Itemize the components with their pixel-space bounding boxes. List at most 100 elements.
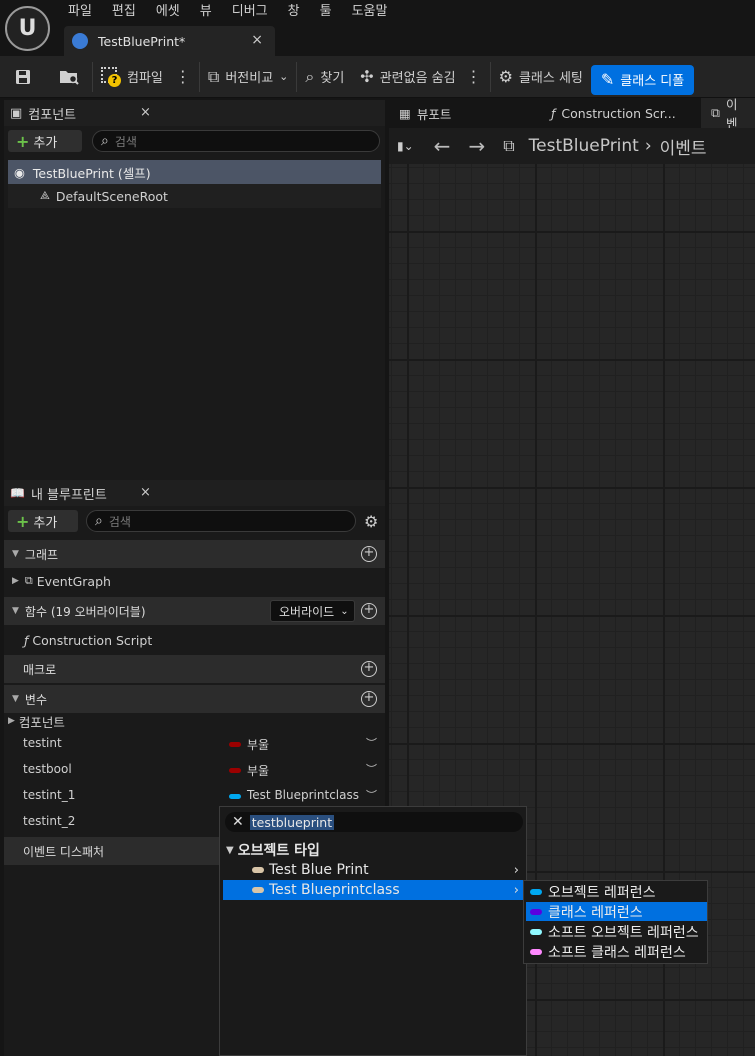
components-category-label: 컴포넌트 (18, 714, 65, 730)
menu-file[interactable]: 파일 (58, 0, 102, 24)
compile-options-icon[interactable]: ⋮ (175, 67, 191, 86)
components-category[interactable]: ▶ 컴포넌트 (4, 710, 385, 732)
type-item-test-blueprintclass[interactable]: Test Blueprintclass › (223, 880, 525, 900)
class-settings-button[interactable]: ⚙ 클래스 세팅 (491, 56, 591, 98)
soft-object-reference-pin-icon (530, 928, 542, 935)
object-pin-icon (252, 867, 264, 873)
add-component-label: 추가 (33, 135, 58, 151)
soft-class-reference-option[interactable]: 소프트 클래스 레퍼런스 (526, 942, 707, 961)
menu-debug[interactable]: 디버그 (222, 0, 278, 24)
menu-help[interactable]: 도움말 (342, 0, 398, 24)
diff-button[interactable]: ⧉ 버전비교 ⌄ (200, 56, 297, 98)
browse-button[interactable] (46, 56, 92, 98)
type-search-field[interactable]: ✕ testblueprint (225, 812, 523, 832)
my-blueprint-search-field[interactable]: ⌕ 검색 (86, 510, 356, 532)
find-button[interactable]: ⌕ 찾기 (297, 56, 352, 98)
close-my-blueprint-icon[interactable]: × (140, 485, 151, 500)
components-header: ▣ 컴포넌트 × (4, 100, 385, 126)
class-reference-option[interactable]: 클래스 레퍼런스 (526, 902, 707, 921)
search-icon: ⌕ (95, 513, 103, 529)
expand-triangle-icon: ▶ (8, 716, 15, 726)
option-label: 소프트 오브젝트 레퍼런스 (548, 924, 699, 941)
add-macro-icon[interactable]: + (361, 661, 377, 677)
plus-icon: + (16, 511, 30, 531)
add-component-button[interactable]: + 추가 (8, 130, 82, 152)
variables-section-label: 변수 (24, 692, 48, 707)
breadcrumb-root[interactable]: TestBluePrint (529, 136, 639, 156)
diff-icon: ⧉ (207, 66, 220, 86)
event-graph-item[interactable]: ▶ ⧉ EventGraph (4, 568, 385, 594)
override-dropdown[interactable]: 오버라이드 ⌄ (270, 600, 355, 622)
eye-closed-icon[interactable]: ︶ (366, 735, 377, 751)
event-graph-icon: ⧉ (711, 105, 720, 120)
class-defaults-button[interactable]: ✎ 클래스 디폴 (590, 64, 695, 95)
components-search-field[interactable]: ⌕ 검색 (92, 130, 380, 152)
option-label: 클래스 레퍼런스 (548, 904, 643, 921)
object-reference-pin-icon (530, 888, 542, 895)
variable-row[interactable]: testbool 부울 ︶ (0, 757, 381, 783)
save-button[interactable] (0, 56, 46, 98)
variable-name: testbool (23, 762, 72, 776)
asset-tab[interactable]: TestBluePrint* × (64, 26, 275, 56)
my-blueprint-header: 📖 내 블루프린트 × (4, 480, 385, 506)
type-item-test-blue-print[interactable]: Test Blue Print › (223, 860, 525, 880)
menu-view[interactable]: 뷰 (190, 0, 222, 24)
graphs-section-header[interactable]: ▼ 그래프 + (4, 540, 385, 568)
add-function-icon[interactable]: + (361, 603, 377, 619)
bookmark-icon[interactable]: ▮⌄ (397, 139, 414, 153)
construction-script-item[interactable]: ƒ Construction Script (4, 627, 385, 653)
tab-label: 이벤 (725, 97, 738, 131)
tree-item-self[interactable]: ◉ TestBluePrint (셀프) (8, 160, 381, 184)
soft-object-reference-option[interactable]: 소프트 오브젝트 레퍼런스 (526, 922, 707, 941)
override-label: 오버라이드 (279, 604, 335, 619)
add-member-button[interactable]: + 추가 (8, 510, 78, 532)
menu-tools[interactable]: 툴 (310, 0, 342, 24)
pencil-icon: ✎ (600, 70, 615, 89)
tree-item-default-scene-root[interactable]: ⟁ DefaultSceneRoot (8, 184, 381, 208)
menu-edit[interactable]: 편집 (102, 0, 146, 24)
tab-viewport[interactable]: ▦ 뷰포트 (389, 98, 541, 128)
variable-name: testint (23, 736, 62, 750)
object-types-category[interactable]: ▼ 오브젝트 타입 (223, 840, 525, 860)
functions-section-label: 함수 (19 오버라이더블) (24, 604, 146, 619)
class-defaults-label: 클래스 디폴 (620, 74, 685, 89)
graph-tabs: ▦ 뷰포트 ƒ Construction Scr... ⧉ 이벤 (389, 97, 755, 131)
function-icon: ƒ (551, 105, 556, 121)
object-reference-option[interactable]: 오브젝트 레퍼런스 (526, 882, 707, 901)
my-blueprint-title: 내 블루프린트 (30, 487, 107, 503)
variable-name: testint_1 (23, 788, 76, 802)
object-pin-icon (229, 794, 241, 799)
tab-event-graph[interactable]: ⧉ 이벤 (701, 97, 755, 131)
hide-unrelated-options-icon[interactable]: ⋮ (466, 67, 482, 86)
event-graph-icon: ⧉ (24, 574, 33, 587)
chevron-down-icon: ⌄ (279, 70, 289, 83)
scene-component-icon: ⟁ (40, 189, 50, 202)
type-search-query[interactable]: testblueprint (249, 814, 335, 830)
hide-unrelated-button[interactable]: ✣ 관련없음 숨김 ⋮ (352, 56, 489, 98)
diff-label: 버전비교 (225, 71, 274, 86)
hide-unrelated-label: 관련없음 숨김 (379, 71, 456, 86)
eye-closed-icon[interactable]: ︶ (366, 761, 377, 777)
search-icon: ⌕ (101, 133, 109, 149)
add-variable-icon[interactable]: + (361, 691, 377, 707)
type-item-label: Test Blueprintclass (269, 882, 400, 898)
functions-section-header[interactable]: ▼ 함수 (19 오버라이더블) 오버라이드 ⌄ + (4, 597, 385, 625)
variable-row[interactable]: testint 부울 ︶ (0, 731, 381, 757)
menu-asset[interactable]: 에셋 (146, 0, 190, 24)
macros-section-header[interactable]: 매크로 + (4, 655, 385, 683)
unreal-logo-icon[interactable]: U (5, 6, 50, 51)
variables-section-header[interactable]: ▼ 변수 + (4, 685, 385, 713)
eye-closed-icon[interactable]: ︶ (366, 787, 377, 803)
components-icon: ▣ (10, 105, 23, 121)
close-components-icon[interactable]: × (140, 105, 151, 120)
tab-construction-script[interactable]: ƒ Construction Scr... (541, 98, 701, 128)
gear-icon[interactable]: ⚙ (364, 512, 378, 531)
menu-window[interactable]: 창 (278, 0, 310, 24)
back-arrow-icon[interactable]: ← (434, 134, 451, 158)
clear-search-icon[interactable]: ✕ (232, 814, 244, 830)
add-graph-icon[interactable]: + (361, 546, 377, 562)
compile-button[interactable]: ? 컴파일 ⋮ (93, 56, 199, 98)
close-tab-icon[interactable]: × (251, 32, 263, 48)
forward-arrow-icon[interactable]: → (468, 134, 485, 158)
collapse-triangle-icon: ▼ (12, 694, 19, 704)
